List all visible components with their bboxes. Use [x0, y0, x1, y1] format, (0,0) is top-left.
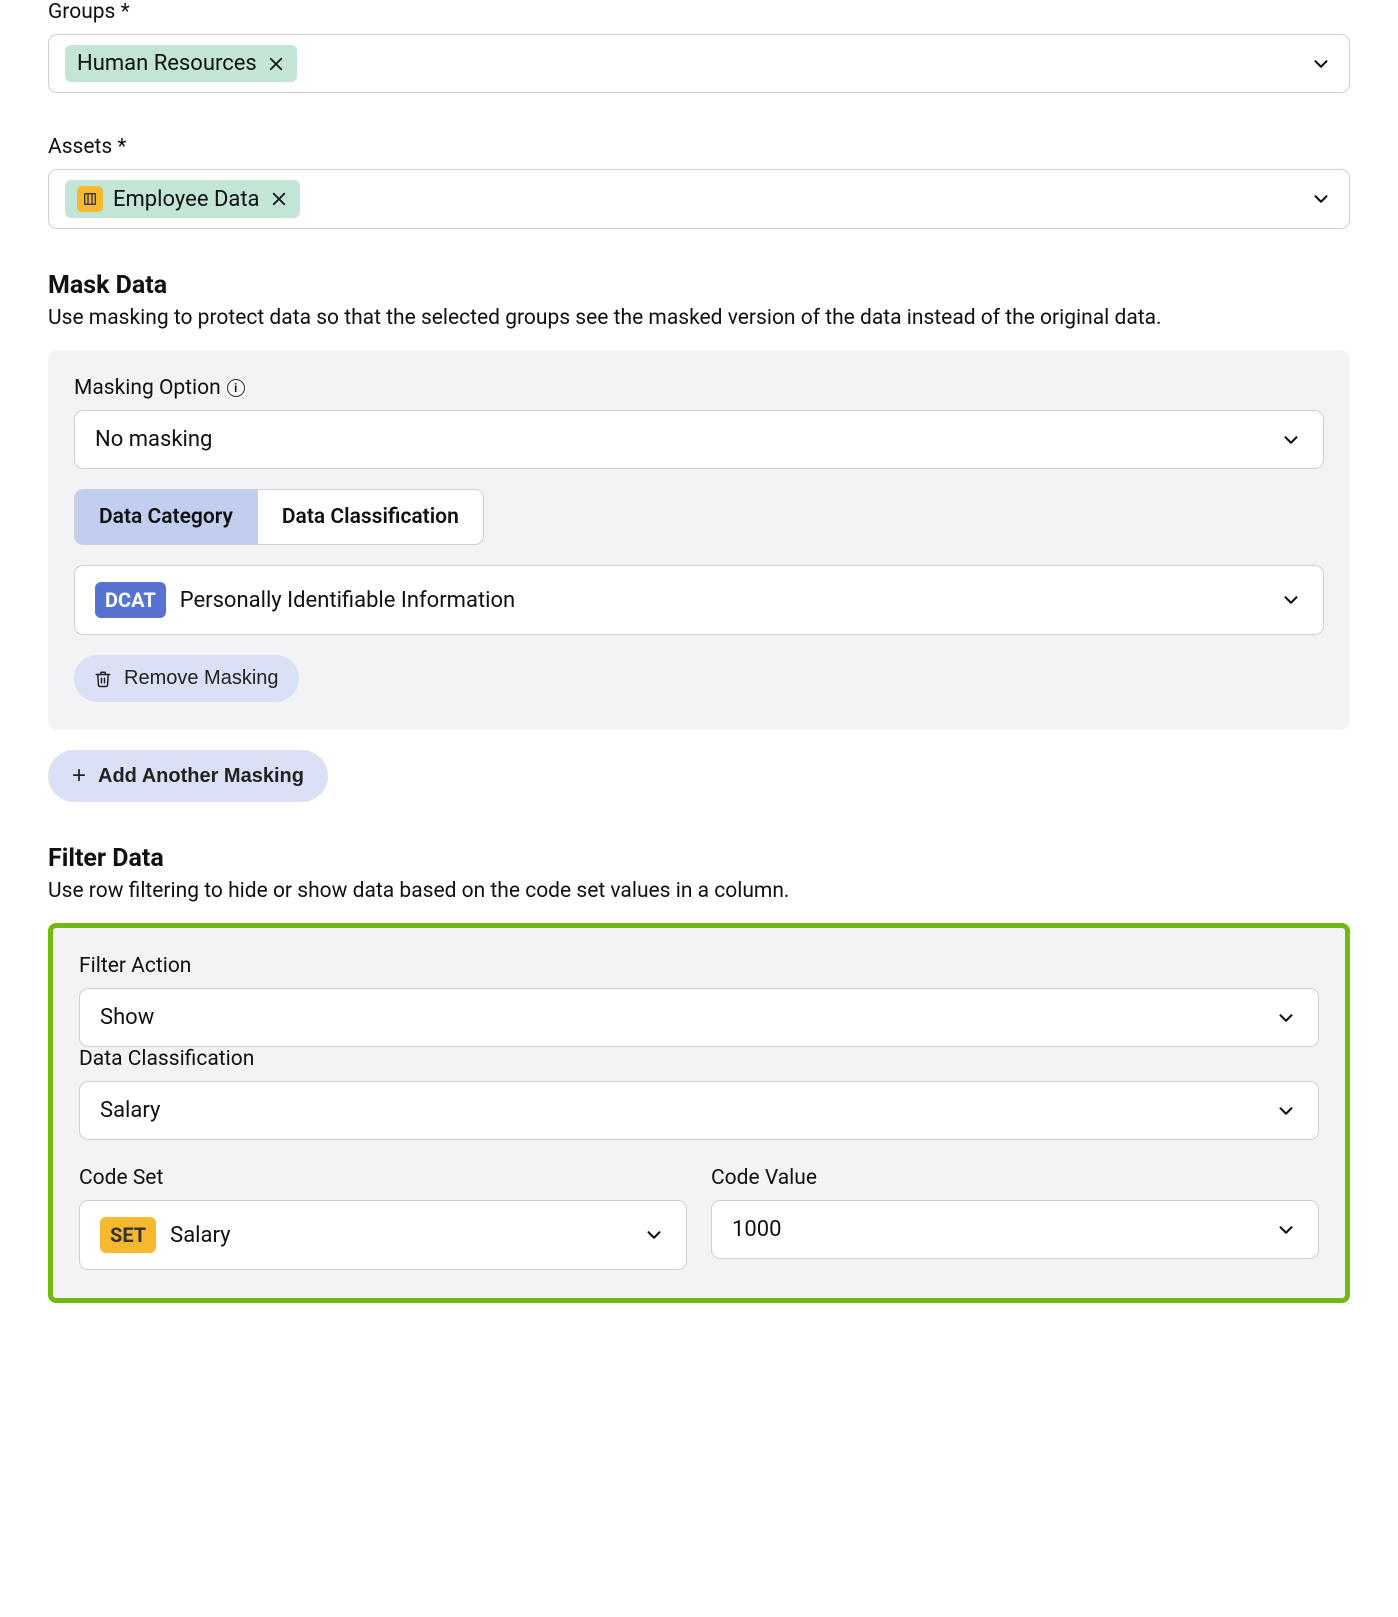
chevron-down-icon [1274, 1099, 1298, 1123]
groups-chip: Human Resources [65, 45, 297, 82]
data-category-select[interactable]: DCAT Personally Identifiable Information [74, 565, 1324, 635]
filter-data-title: Filter Data [48, 844, 1350, 873]
filter-data-desc: Use row filtering to hide or show data b… [48, 879, 1350, 903]
code-value-label: Code Value [711, 1166, 1319, 1190]
mask-panel: Masking Option i No masking Data Categor… [48, 350, 1350, 730]
chevron-down-icon [1274, 1218, 1298, 1242]
code-set-select[interactable]: SET Salary [79, 1200, 687, 1270]
code-set-value: Salary [170, 1223, 230, 1248]
groups-select[interactable]: Human Resources [48, 34, 1350, 93]
chevron-down-icon [1279, 428, 1303, 452]
data-category-value: Personally Identifiable Information [180, 588, 515, 613]
chevron-down-icon [1309, 52, 1333, 76]
remove-masking-label: Remove Masking [124, 667, 279, 690]
mask-tabs: Data Category Data Classification [74, 489, 484, 545]
masking-option-value: No masking [95, 427, 212, 452]
filter-action-label: Filter Action [79, 954, 1319, 978]
filter-classification-label: Data Classification [79, 1047, 1319, 1071]
code-value-value: 1000 [732, 1217, 781, 1242]
plus-icon: + [72, 764, 86, 788]
assets-chip-label: Employee Data [113, 187, 260, 212]
chevron-down-icon [1309, 187, 1333, 211]
groups-chip-label: Human Resources [77, 51, 257, 76]
code-value-select[interactable]: 1000 [711, 1200, 1319, 1259]
code-set-label: Code Set [79, 1166, 687, 1190]
chevron-down-icon [642, 1223, 666, 1247]
filter-action-select[interactable]: Show [79, 988, 1319, 1047]
remove-masking-button[interactable]: Remove Masking [74, 655, 299, 702]
tab-data-category[interactable]: Data Category [75, 490, 257, 544]
close-icon[interactable] [270, 190, 288, 208]
dcat-badge: DCAT [95, 582, 166, 618]
filter-classification-select[interactable]: Salary [79, 1081, 1319, 1140]
filter-classification-value: Salary [100, 1098, 160, 1123]
assets-chip: Employee Data [65, 180, 300, 218]
set-badge: SET [100, 1217, 156, 1253]
add-masking-label: Add Another Masking [98, 765, 304, 788]
chevron-down-icon [1279, 588, 1303, 612]
info-icon[interactable]: i [227, 379, 245, 397]
add-masking-button[interactable]: + Add Another Masking [48, 750, 328, 802]
masking-option-label-text: Masking Option [74, 376, 221, 400]
filter-panel: Filter Action Show Data Classification S… [48, 923, 1350, 1303]
assets-label: Assets * [48, 135, 1350, 159]
trash-icon [94, 670, 112, 688]
filter-action-value: Show [100, 1005, 154, 1030]
groups-label: Groups * [48, 0, 1350, 24]
masking-option-select[interactable]: No masking [74, 410, 1324, 469]
assets-select[interactable]: Employee Data [48, 169, 1350, 229]
tab-data-classification[interactable]: Data Classification [257, 490, 483, 544]
close-icon[interactable] [267, 55, 285, 73]
masking-option-label: Masking Option i [74, 376, 1324, 400]
table-icon [77, 186, 103, 212]
mask-data-title: Mask Data [48, 271, 1350, 300]
mask-data-desc: Use masking to protect data so that the … [48, 306, 1350, 330]
chevron-down-icon [1274, 1006, 1298, 1030]
